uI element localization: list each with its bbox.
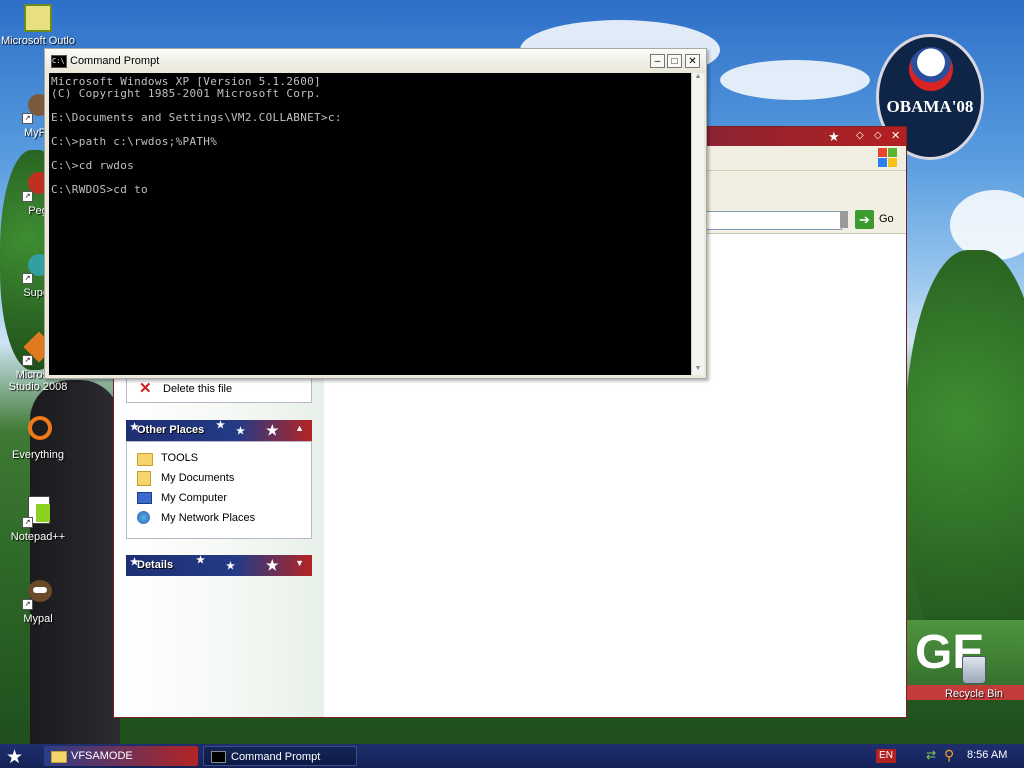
taskbar-button-command-prompt[interactable]: Command Prompt (203, 746, 357, 766)
desktop-icon-label: Recycle Bin (944, 688, 1004, 700)
cloud (720, 60, 870, 100)
go-label: Go (879, 213, 894, 225)
shortcut-arrow-icon: ↗ (22, 113, 33, 124)
star-icon: ★ (216, 420, 225, 431)
star-icon: ★ (266, 422, 279, 438)
vertical-scrollbar[interactable]: ▲ ▼ (691, 73, 704, 375)
place-label: TOOLS (161, 452, 199, 464)
windows-logo-icon (878, 148, 898, 168)
other-places-panel: TOOLS My Documents My Computer My Networ… (126, 441, 312, 539)
folder-icon (137, 453, 153, 466)
campaign-logo-icon (909, 47, 953, 91)
other-places-header[interactable]: ★ Other Places ★ ★ ★ ▲ (126, 420, 312, 441)
maximize-button[interactable]: ◇ (874, 130, 882, 141)
my-computer-icon (137, 492, 152, 504)
panel-title: Details (137, 559, 174, 571)
taskbar: ★ VFSAMODE Command Prompt EN ⇄ ⚲ 8:56 AM (0, 744, 1024, 768)
desktop: GE Microsoft Outlo ↗ MyPa ↗ Peg ↗ Super … (0, 0, 1024, 744)
maximize-button[interactable]: □ (667, 54, 682, 68)
command-prompt-window: C:\ Command Prompt – □ ✕ Microsoft Windo… (44, 48, 707, 379)
star-icon: ★ (226, 561, 235, 572)
desktop-icon-label: Everything (12, 449, 64, 461)
system-tray: EN ⇄ ⚲ 8:56 AM (870, 744, 1024, 768)
expand-chevron-icon[interactable]: ▼ (295, 558, 304, 568)
desktop-icon-label: Notepad++ (10, 531, 66, 543)
cloud (950, 190, 1024, 260)
taskbar-button-label: VFSAMODE (71, 750, 133, 762)
shortcut-arrow-icon: ↗ (22, 517, 33, 528)
network-icon[interactable]: ⇄ (926, 748, 936, 762)
minimize-button[interactable]: – (650, 54, 665, 68)
desktop-icon-label: Mypal (23, 613, 53, 625)
scroll-up-icon[interactable]: ▲ (692, 73, 704, 83)
delete-icon: ✕ (139, 380, 152, 397)
star-icon: ★ (266, 557, 279, 573)
desktop-icon-everything[interactable]: Everything (0, 414, 76, 461)
go-button[interactable]: ➔ Go (855, 210, 899, 229)
tree (905, 250, 1024, 670)
everything-search-icon (22, 414, 54, 446)
close-button[interactable]: ✕ (685, 54, 700, 68)
address-dropdown-button[interactable] (840, 211, 848, 228)
console-line: C:\>cd rwdos (51, 159, 135, 172)
folder-icon (51, 751, 67, 763)
taskbar-button-explorer[interactable]: VFSAMODE (44, 746, 198, 766)
language-indicator[interactable]: EN (876, 749, 896, 763)
console-line: (C) Copyright 1985-2001 Microsoft Corp. (51, 87, 321, 100)
outlook-icon (24, 4, 52, 32)
star-icon: ★ (236, 426, 245, 437)
place-label: My Computer (161, 492, 228, 504)
star-icon: ★ (828, 129, 840, 144)
minimize-button[interactable]: ◇ (856, 130, 864, 141)
shortcut-arrow-icon: ↗ (22, 355, 33, 366)
console-line: C:\>path c:\rwdos;%PATH% (51, 135, 218, 148)
search-icon[interactable]: ⚲ (944, 747, 954, 764)
taskbar-button-label: Command Prompt (231, 751, 321, 763)
shortcut-arrow-icon: ↗ (22, 191, 33, 202)
go-arrow-icon: ➔ (855, 210, 874, 229)
desktop-icon-label: Microsoft Outlo (1, 35, 75, 47)
desktop-icon-recycle-bin[interactable]: Recycle Bin (938, 656, 1010, 700)
task-label: Delete this file (163, 383, 233, 395)
network-places-icon (137, 511, 150, 524)
scroll-down-icon[interactable]: ▼ (692, 365, 704, 375)
shortcut-arrow-icon: ↗ (22, 599, 33, 610)
badge-text: OBAMA'08 (886, 97, 974, 116)
desktop-icon-notepadpp[interactable]: ↗ Notepad++ (0, 496, 76, 543)
place-label: My Documents (161, 472, 235, 484)
details-header[interactable]: ★ Details ★ ★ ★ ▼ (126, 555, 312, 576)
cmd-titlebar[interactable]: C:\ Command Prompt – □ ✕ (45, 49, 706, 73)
collapse-chevron-icon[interactable]: ▲ (295, 423, 304, 433)
my-documents-icon (137, 471, 151, 486)
desktop-icon-mypal[interactable]: ↗ Mypal (0, 578, 76, 625)
clock[interactable]: 8:56 AM (967, 749, 1007, 761)
shortcut-arrow-icon: ↗ (22, 273, 33, 284)
notepadpp-icon: ↗ (22, 496, 54, 528)
cmd-icon: C:\ (51, 55, 67, 68)
place-label: My Network Places (161, 512, 256, 524)
recycle-bin-icon (962, 656, 986, 684)
close-button[interactable]: ✕ (891, 129, 900, 142)
cmd-icon (211, 751, 226, 763)
console-output[interactable]: Microsoft Windows XP [Version 5.1.2600] … (49, 73, 691, 375)
desktop-icon-outlook[interactable]: Microsoft Outlo (0, 4, 76, 47)
console-line: E:\Documents and Settings\VM2.COLLABNET>… (51, 111, 342, 124)
console-prompt-line: C:\RWDOS>cd to (51, 183, 148, 196)
window-title: Command Prompt (70, 55, 160, 67)
start-button[interactable]: ★ (6, 746, 23, 769)
mypal-icon: ↗ (22, 578, 54, 610)
panel-title: Other Places (137, 424, 205, 436)
star-icon: ★ (196, 555, 205, 566)
